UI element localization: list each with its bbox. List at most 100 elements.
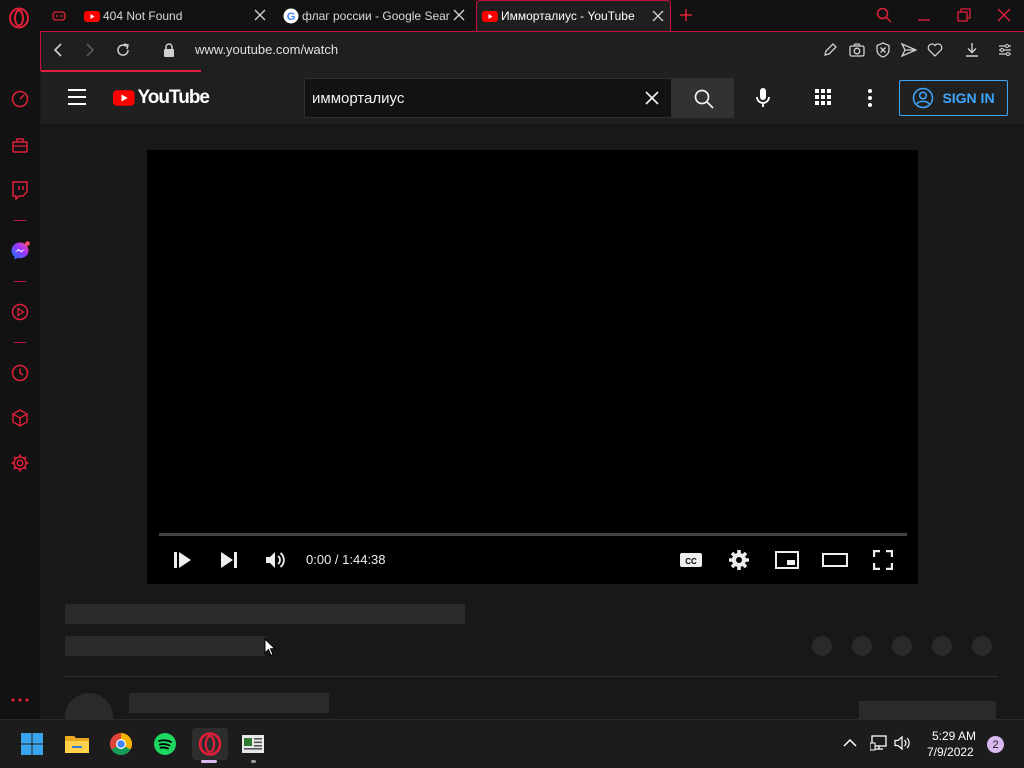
settings-icon[interactable] bbox=[728, 549, 750, 571]
tab-google[interactable]: G флаг россии - Google Sear bbox=[283, 0, 471, 31]
start-button[interactable] bbox=[16, 728, 48, 760]
svg-text:CC: CC bbox=[685, 557, 697, 566]
speed-dial-icon[interactable] bbox=[10, 89, 30, 109]
forward-icon[interactable] bbox=[83, 42, 97, 58]
settings-gear-icon[interactable] bbox=[10, 453, 30, 473]
url-field[interactable]: www.youtube.com/watch bbox=[195, 42, 338, 57]
youtube-icon bbox=[482, 8, 498, 24]
close-window-icon[interactable] bbox=[997, 8, 1011, 22]
spotify-button[interactable] bbox=[149, 728, 181, 760]
close-tab-icon[interactable] bbox=[652, 10, 664, 22]
twitch-icon[interactable] bbox=[10, 180, 30, 200]
speaker-icon[interactable] bbox=[894, 735, 912, 751]
reload-icon[interactable] bbox=[115, 42, 131, 58]
action-placeholder bbox=[932, 636, 952, 656]
tab-title: Имморталиус - YouTube bbox=[501, 9, 635, 23]
svg-text:G: G bbox=[287, 11, 296, 23]
action-placeholder bbox=[852, 636, 872, 656]
progress-bar[interactable] bbox=[159, 533, 907, 536]
search-input-value[interactable]: имморталиус bbox=[312, 90, 404, 107]
search-icon bbox=[694, 89, 714, 109]
sidebar-divider bbox=[14, 342, 26, 343]
views-placeholder bbox=[65, 636, 265, 656]
chrome-icon bbox=[110, 733, 132, 755]
miniplayer-icon[interactable] bbox=[775, 551, 799, 569]
chevron-up-icon[interactable] bbox=[843, 737, 857, 749]
sign-in-button[interactable]: SIGN IN bbox=[899, 80, 1008, 116]
file-explorer-button[interactable] bbox=[61, 728, 93, 760]
download-icon[interactable] bbox=[964, 42, 980, 58]
folder-icon bbox=[65, 736, 89, 753]
video-player[interactable] bbox=[147, 150, 918, 584]
youtube-play-logo-icon bbox=[113, 90, 135, 106]
close-tab-icon[interactable] bbox=[254, 9, 266, 21]
fullscreen-icon[interactable] bbox=[873, 550, 893, 570]
player-icon[interactable] bbox=[10, 302, 30, 322]
news-app-button[interactable] bbox=[237, 728, 269, 760]
action-placeholder bbox=[812, 636, 832, 656]
captions-icon[interactable]: CC bbox=[679, 551, 703, 569]
action-placeholder bbox=[972, 636, 992, 656]
opera-menu-icon[interactable] bbox=[8, 7, 30, 29]
new-tab-icon[interactable] bbox=[679, 8, 693, 22]
sidebar-divider bbox=[14, 281, 26, 282]
notification-badge[interactable]: 2 bbox=[987, 736, 1004, 753]
volume-icon[interactable] bbox=[265, 550, 287, 570]
opera-icon bbox=[198, 732, 222, 756]
account-icon bbox=[913, 87, 934, 109]
title-placeholder bbox=[65, 604, 465, 624]
windows-icon bbox=[21, 733, 43, 755]
more-vert-icon[interactable] bbox=[866, 88, 874, 108]
tab-404[interactable]: 404 Not Found bbox=[84, 0, 272, 31]
minimize-icon[interactable] bbox=[917, 8, 931, 22]
easy-setup-icon[interactable] bbox=[997, 42, 1013, 58]
sign-in-label: SIGN IN bbox=[942, 90, 995, 106]
back-icon[interactable] bbox=[51, 42, 65, 58]
lock-icon[interactable] bbox=[163, 43, 175, 57]
mouse-cursor-icon bbox=[264, 638, 278, 658]
heart-icon[interactable] bbox=[927, 42, 943, 58]
hamburger-menu-icon[interactable] bbox=[67, 88, 87, 106]
chrome-button[interactable] bbox=[105, 728, 137, 760]
clock-date[interactable]: 7/9/2022 bbox=[927, 745, 974, 759]
history-icon[interactable] bbox=[10, 363, 30, 383]
network-icon[interactable] bbox=[870, 735, 888, 751]
extensions-cube-icon[interactable] bbox=[10, 408, 30, 428]
ad-blocker-icon[interactable] bbox=[875, 42, 891, 58]
divider bbox=[65, 676, 998, 677]
tab-title: флаг россии - Google Sear bbox=[302, 8, 450, 23]
google-icon: G bbox=[283, 8, 299, 24]
spotify-icon bbox=[154, 733, 176, 755]
active-app-indicator bbox=[201, 760, 217, 763]
play-icon[interactable] bbox=[173, 550, 193, 570]
action-placeholder bbox=[892, 636, 912, 656]
tab-youtube-active[interactable]: Имморталиус - YouTube bbox=[476, 0, 671, 31]
clear-search-icon[interactable] bbox=[645, 91, 659, 105]
news-icon bbox=[242, 735, 264, 753]
microphone-icon[interactable] bbox=[754, 86, 772, 110]
messenger-icon[interactable] bbox=[10, 241, 30, 261]
time-display: 0:00 / 1:44:38 bbox=[306, 552, 386, 567]
sidebar-divider bbox=[14, 220, 26, 221]
next-icon[interactable] bbox=[219, 550, 239, 570]
youtube-logo-text: YouTube bbox=[137, 87, 210, 108]
youtube-icon bbox=[84, 8, 100, 24]
close-tab-icon[interactable] bbox=[453, 9, 465, 21]
more-options-icon[interactable] bbox=[10, 696, 30, 704]
search-button[interactable] bbox=[672, 78, 734, 118]
camera-icon[interactable] bbox=[849, 42, 865, 58]
theater-mode-icon[interactable] bbox=[822, 551, 848, 569]
restore-icon[interactable] bbox=[957, 8, 971, 22]
running-app-indicator bbox=[251, 760, 256, 763]
opera-button[interactable] bbox=[192, 728, 228, 760]
edit-icon[interactable] bbox=[822, 42, 838, 58]
send-icon[interactable] bbox=[901, 42, 917, 58]
tab-title: 404 Not Found bbox=[103, 8, 183, 23]
search-tabs-icon[interactable] bbox=[876, 7, 892, 23]
gamepad-icon[interactable] bbox=[51, 8, 67, 24]
clock-time[interactable]: 5:29 AM bbox=[932, 729, 976, 743]
apps-grid-icon[interactable] bbox=[815, 89, 831, 105]
channel-name-placeholder bbox=[129, 693, 329, 713]
youtube-logo[interactable]: YouTube bbox=[113, 86, 210, 110]
shopping-bag-icon[interactable] bbox=[10, 135, 30, 155]
